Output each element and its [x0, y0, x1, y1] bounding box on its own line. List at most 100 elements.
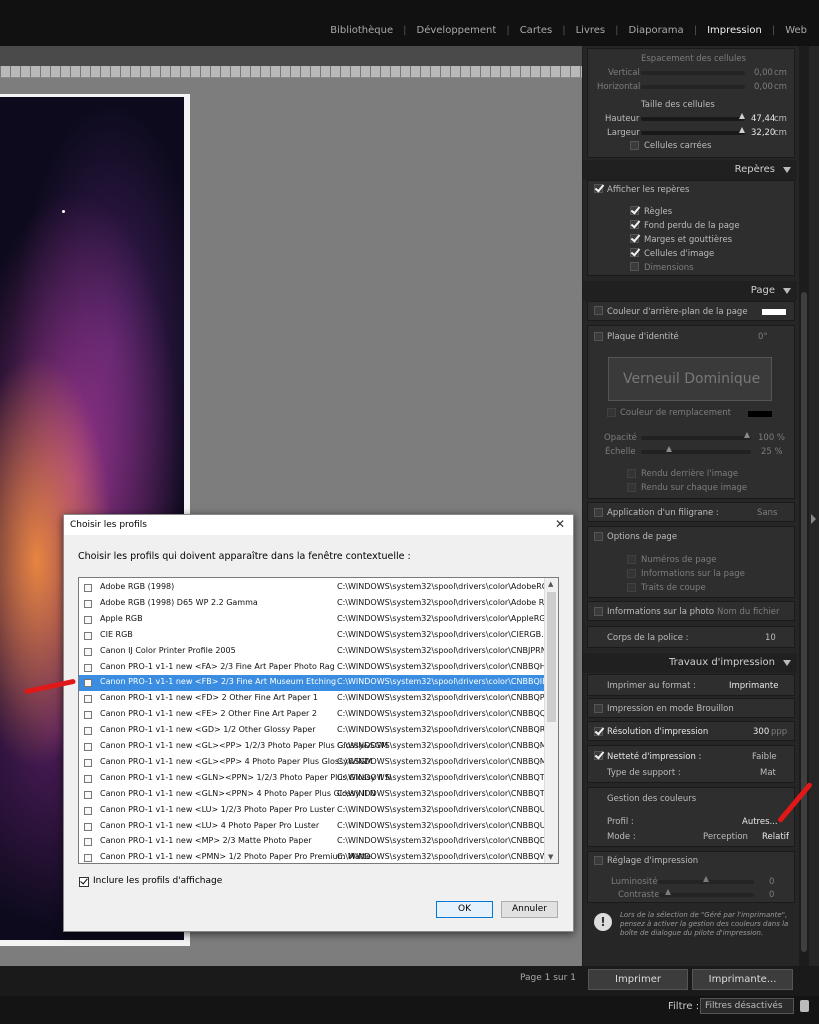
filter-select[interactable]: Filtres désactivés [700, 998, 794, 1014]
sharpen-value[interactable]: Faible [752, 752, 777, 762]
profile-checkbox[interactable] [84, 711, 92, 720]
profile-list-scroll-thumb[interactable] [547, 592, 556, 722]
opacity-slider-knob[interactable] [744, 432, 750, 438]
identity-plate-checkbox[interactable] [594, 332, 603, 341]
module-tab[interactable]: Cartes [520, 25, 553, 36]
profile-checkbox[interactable] [84, 854, 92, 863]
media-value[interactable]: Mat [760, 768, 776, 778]
scale-slider[interactable] [641, 450, 751, 454]
contrast-value[interactable]: 0 [769, 890, 774, 900]
profile-row[interactable]: Adobe RGB (1998) D65 WP 2.2 Gamma C:\WIND… [79, 596, 558, 612]
profile-checkbox[interactable] [84, 647, 92, 656]
profile-checkbox[interactable] [84, 743, 92, 751]
profile-row[interactable]: Canon PRO-1 v1-1 new <FA> 2/3 Fine Art P… [79, 660, 558, 676]
bg-color-checkbox[interactable] [594, 306, 603, 315]
print-adjust-checkbox[interactable] [594, 856, 603, 865]
scale-slider-knob[interactable] [666, 446, 672, 452]
profile-row[interactable]: Canon PRO-1 v1-1 new <GLN><PPN> 4 Photo … [79, 787, 558, 803]
print-to-value[interactable]: Imprimante [729, 681, 778, 691]
profile-row[interactable]: Apple RGB C:\WINDOWS\system32\spool\drive… [79, 612, 558, 628]
width-slider[interactable] [641, 131, 745, 135]
vertical-slider[interactable] [641, 71, 745, 75]
dimensions-checkbox[interactable] [630, 262, 639, 271]
lock-icon[interactable] [800, 1000, 809, 1012]
profile-list-scrollbar[interactable]: ▲ ▼ [544, 578, 558, 863]
panel-collapse-icon[interactable] [811, 514, 816, 524]
module-tab[interactable]: Développement [417, 25, 497, 36]
profile-checkbox[interactable] [84, 822, 92, 831]
profile-list[interactable]: Adobe RGB (1998) C:\WINDOWS\system32\spoo… [78, 577, 559, 864]
profile-checkbox[interactable] [84, 663, 92, 672]
height-slider-knob[interactable] [739, 113, 745, 119]
scale-value[interactable]: 25 % [761, 447, 783, 457]
contrast-slider-knob[interactable] [665, 889, 671, 895]
profile-row[interactable]: Canon PRO-1 v1-1 new <LU> 1/2/3 Photo Pa… [79, 803, 558, 819]
brightness-slider-knob[interactable] [703, 876, 709, 882]
watermark-checkbox[interactable] [594, 508, 603, 517]
height-slider[interactable] [641, 117, 745, 121]
override-color-checkbox[interactable] [607, 408, 616, 417]
module-tab[interactable]: Diaporama [629, 25, 684, 36]
page-header[interactable]: Page [583, 281, 797, 301]
profile-checkbox[interactable] [84, 695, 92, 704]
bleed-checkbox[interactable] [630, 220, 639, 229]
crop-marks-checkbox[interactable] [627, 583, 636, 592]
page-info-checkbox[interactable] [627, 569, 636, 578]
image-cells-checkbox[interactable] [630, 248, 639, 257]
profile-row[interactable]: CIE RGB C:\WINDOWS\system32\spool\drivers… [79, 628, 555, 644]
cancel-button[interactable]: Annuler [501, 901, 558, 918]
height-value[interactable]: 47,44 [751, 114, 775, 124]
profile-row[interactable]: Canon PRO-1 v1-1 new <GL><PP> 4 Photo Pa… [79, 755, 558, 771]
watermark-value[interactable]: Sans [757, 508, 777, 518]
horizontal-slider[interactable] [641, 85, 745, 89]
profile-row[interactable]: Canon PRO-1 v1-1 new <PMN> 1/2 Photo Pap… [79, 850, 558, 863]
profile-checkbox[interactable] [84, 727, 92, 736]
profile-checkbox[interactable] [84, 774, 92, 783]
guides-header[interactable]: Repères [583, 160, 797, 180]
profile-checkbox[interactable] [84, 599, 92, 608]
bg-color-swatch[interactable] [762, 309, 786, 315]
photo-info-value[interactable]: Nom du fichier [717, 607, 780, 617]
profile-checkbox[interactable] [84, 790, 92, 799]
draft-mode-checkbox[interactable] [594, 704, 603, 713]
horizontal-value[interactable]: 0,00 [754, 82, 773, 92]
profile-row[interactable]: Canon PRO-1 v1-1 new <LU> 4 Photo Paper … [79, 819, 558, 835]
profile-row[interactable]: Canon PRO-1 v1-1 new <FD> 2 Other Fine A… [79, 691, 558, 707]
render-each-checkbox[interactable] [627, 483, 636, 492]
margins-checkbox[interactable] [630, 234, 639, 243]
page-options-checkbox[interactable] [594, 532, 603, 541]
module-tab[interactable]: Livres [576, 25, 606, 36]
rulers-checkbox[interactable] [630, 206, 639, 215]
print-button[interactable]: Imprimer [588, 969, 688, 990]
intent-relative[interactable]: Relatif [762, 832, 789, 842]
opacity-slider[interactable] [641, 436, 751, 440]
photo-info-checkbox[interactable] [594, 607, 603, 616]
profile-checkbox[interactable] [84, 838, 92, 847]
profile-checkbox[interactable] [84, 806, 92, 815]
profile-row[interactable]: Canon PRO-1 v1-1 new <GL><PP> 1/2/3 Phot… [79, 739, 558, 755]
profile-checkbox[interactable] [84, 631, 92, 640]
profile-checkbox[interactable] [84, 679, 92, 688]
profile-row[interactable]: Adobe RGB (1998) C:\WINDOWS\system32\spoo… [79, 580, 558, 596]
profile-row[interactable]: Canon PRO-1 v1-1 new <FB> 2/3 Fine Art M… [79, 675, 558, 692]
page-numbers-checkbox[interactable] [627, 555, 636, 564]
contrast-slider[interactable] [658, 893, 754, 897]
resolution-value[interactable]: 300 [753, 727, 769, 737]
include-display-profiles-checkbox[interactable] [79, 877, 89, 887]
module-tab[interactable]: Bibliothèque [330, 25, 393, 36]
module-tab[interactable]: Web [785, 25, 807, 36]
render-behind-checkbox[interactable] [627, 469, 636, 478]
override-color-swatch[interactable] [748, 411, 772, 417]
font-size-value[interactable]: 10 [765, 633, 776, 643]
opacity-value[interactable]: 100 % [758, 433, 785, 443]
profile-checkbox[interactable] [84, 758, 92, 767]
profile-row[interactable]: Canon PRO-1 v1-1 new <FE> 2 Other Fine A… [79, 707, 558, 723]
scroll-up-icon[interactable]: ▲ [548, 580, 553, 588]
close-icon[interactable]: ✕ [555, 517, 565, 531]
panel-scroll-thumb[interactable] [801, 292, 807, 952]
show-guides-checkbox[interactable] [594, 184, 603, 193]
brightness-value[interactable]: 0 [769, 877, 774, 887]
sharpen-checkbox[interactable] [594, 751, 603, 760]
square-cells-checkbox[interactable] [630, 141, 639, 150]
intent-perceptual[interactable]: Perception [703, 832, 748, 842]
